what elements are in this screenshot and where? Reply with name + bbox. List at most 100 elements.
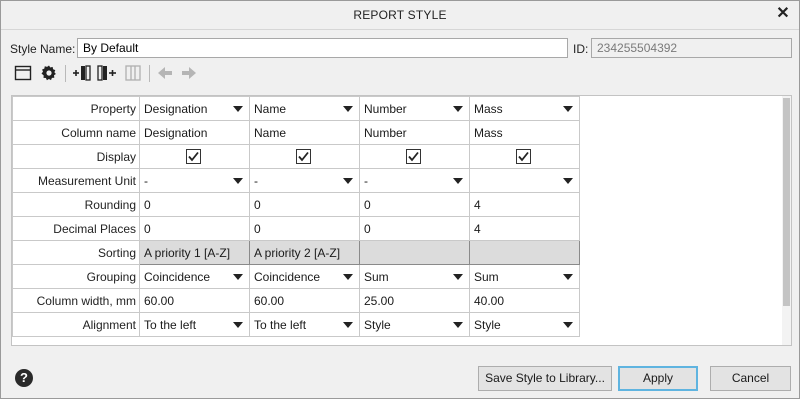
column-name-cell[interactable]: Designation bbox=[139, 120, 250, 145]
row-header: Column width, mm bbox=[12, 288, 140, 313]
rounding-cell[interactable]: 0 bbox=[139, 192, 250, 217]
style-name-label: Style Name: bbox=[10, 42, 76, 56]
alignment-dropdown[interactable]: Style bbox=[469, 312, 580, 337]
table-row: Column width, mm 60.00 60.00 25.00 40.00 bbox=[12, 288, 580, 313]
unit-dropdown[interactable] bbox=[469, 168, 580, 193]
column-width-cell[interactable]: 60.00 bbox=[139, 288, 250, 313]
row-header: Sorting bbox=[12, 240, 140, 265]
cell-value: Mass bbox=[474, 101, 503, 116]
property-dropdown[interactable]: Number bbox=[359, 96, 470, 121]
property-dropdown[interactable]: Designation bbox=[139, 96, 250, 121]
unit-dropdown[interactable]: - bbox=[139, 168, 250, 193]
table-row: Property Designation Name Number Mass bbox=[12, 96, 580, 121]
decimal-places-cell[interactable]: 0 bbox=[249, 216, 360, 241]
table-row: Measurement Unit - - - bbox=[12, 168, 580, 193]
cell-value: To the left bbox=[254, 317, 307, 332]
cell-value: Designation bbox=[144, 101, 208, 116]
property-dropdown[interactable]: Name bbox=[249, 96, 360, 121]
table-row: Alignment To the left To the left Style … bbox=[12, 312, 580, 337]
rounding-cell[interactable]: 0 bbox=[249, 192, 360, 217]
delete-column-icon[interactable] bbox=[123, 63, 143, 83]
decimal-places-cell[interactable]: 0 bbox=[359, 216, 470, 241]
cell-value: - bbox=[364, 173, 368, 188]
column-width-cell[interactable]: 40.00 bbox=[469, 288, 580, 313]
chevron-down-icon bbox=[233, 322, 243, 328]
cell-value: Style bbox=[474, 317, 501, 332]
row-header: Grouping bbox=[12, 264, 140, 289]
display-checkbox[interactable] bbox=[296, 149, 311, 164]
rounding-cell[interactable]: 0 bbox=[359, 192, 470, 217]
table-row: Display bbox=[12, 144, 580, 169]
style-name-input[interactable] bbox=[77, 38, 568, 58]
column-width-cell[interactable]: 60.00 bbox=[249, 288, 360, 313]
apply-button[interactable]: Apply bbox=[618, 366, 698, 391]
table-row: Grouping Coincidence Coincidence Sum Sum bbox=[12, 264, 580, 289]
scrollbar-thumb[interactable] bbox=[783, 98, 790, 306]
display-checkbox[interactable] bbox=[186, 149, 201, 164]
chevron-down-icon bbox=[233, 178, 243, 184]
chevron-down-icon bbox=[343, 274, 353, 280]
alignment-dropdown[interactable]: To the left bbox=[139, 312, 250, 337]
arrow-right-icon[interactable] bbox=[179, 63, 199, 83]
cell-value: Sum bbox=[474, 269, 499, 284]
cell-value: Coincidence bbox=[144, 269, 211, 284]
help-icon[interactable]: ? bbox=[15, 369, 33, 387]
decimal-places-cell[interactable]: 4 bbox=[469, 216, 580, 241]
display-checkbox[interactable] bbox=[406, 149, 421, 164]
row-header: Property bbox=[12, 96, 140, 121]
unit-dropdown[interactable]: - bbox=[359, 168, 470, 193]
chevron-down-icon bbox=[563, 274, 573, 280]
display-cell bbox=[359, 144, 470, 169]
row-header: Decimal Places bbox=[12, 216, 140, 241]
display-cell bbox=[469, 144, 580, 169]
column-name-cell[interactable]: Name bbox=[249, 120, 360, 145]
cancel-button[interactable]: Cancel bbox=[710, 366, 791, 391]
sorting-button[interactable] bbox=[469, 240, 580, 265]
close-icon[interactable]: ✕ bbox=[773, 4, 793, 24]
grouping-dropdown[interactable]: Sum bbox=[469, 264, 580, 289]
cell-value: Style bbox=[364, 317, 391, 332]
window-icon[interactable] bbox=[13, 63, 33, 83]
gear-icon[interactable] bbox=[39, 63, 59, 83]
style-grid: Property Designation Name Number Mass Co… bbox=[11, 95, 792, 346]
chevron-down-icon bbox=[453, 106, 463, 112]
insert-column-right-icon[interactable] bbox=[97, 63, 117, 83]
chevron-down-icon bbox=[563, 178, 573, 184]
chevron-down-icon bbox=[453, 322, 463, 328]
cell-value: Coincidence bbox=[254, 269, 321, 284]
sorting-button[interactable]: A priority 1 [A-Z] bbox=[139, 240, 250, 265]
chevron-down-icon bbox=[453, 178, 463, 184]
title-bar: REPORT STYLE ✕ bbox=[1, 1, 799, 30]
cell-value: Name bbox=[254, 101, 287, 116]
column-width-cell[interactable]: 25.00 bbox=[359, 288, 470, 313]
vertical-scrollbar[interactable] bbox=[782, 96, 791, 345]
property-dropdown[interactable]: Mass bbox=[469, 96, 580, 121]
table-row: Column name Designation Name Number Mass bbox=[12, 120, 580, 145]
table-row: Decimal Places 0 0 0 4 bbox=[12, 216, 580, 241]
grouping-dropdown[interactable]: Coincidence bbox=[139, 264, 250, 289]
display-checkbox[interactable] bbox=[516, 149, 531, 164]
cell-value: Sum bbox=[364, 269, 389, 284]
alignment-dropdown[interactable]: To the left bbox=[249, 312, 360, 337]
row-header: Measurement Unit bbox=[12, 168, 140, 193]
arrow-left-icon[interactable] bbox=[155, 63, 175, 83]
sorting-button[interactable] bbox=[359, 240, 470, 265]
column-name-cell[interactable]: Mass bbox=[469, 120, 580, 145]
unit-dropdown[interactable]: - bbox=[249, 168, 360, 193]
save-style-to-library-button[interactable]: Save Style to Library... bbox=[478, 366, 612, 391]
chevron-down-icon bbox=[453, 274, 463, 280]
chevron-down-icon bbox=[233, 274, 243, 280]
alignment-dropdown[interactable]: Style bbox=[359, 312, 470, 337]
sorting-button[interactable]: A priority 2 [A-Z] bbox=[249, 240, 360, 265]
grouping-dropdown[interactable]: Coincidence bbox=[249, 264, 360, 289]
chevron-down-icon bbox=[233, 106, 243, 112]
column-name-cell[interactable]: Number bbox=[359, 120, 470, 145]
decimal-places-cell[interactable]: 0 bbox=[139, 216, 250, 241]
rounding-cell[interactable]: 4 bbox=[469, 192, 580, 217]
table-row: Sorting A priority 1 [A-Z] A priority 2 … bbox=[12, 240, 580, 265]
dialog-title: REPORT STYLE bbox=[353, 8, 447, 22]
cell-value: - bbox=[254, 173, 258, 188]
insert-column-left-icon[interactable] bbox=[72, 63, 92, 83]
grouping-dropdown[interactable]: Sum bbox=[359, 264, 470, 289]
cell-value: To the left bbox=[144, 317, 197, 332]
